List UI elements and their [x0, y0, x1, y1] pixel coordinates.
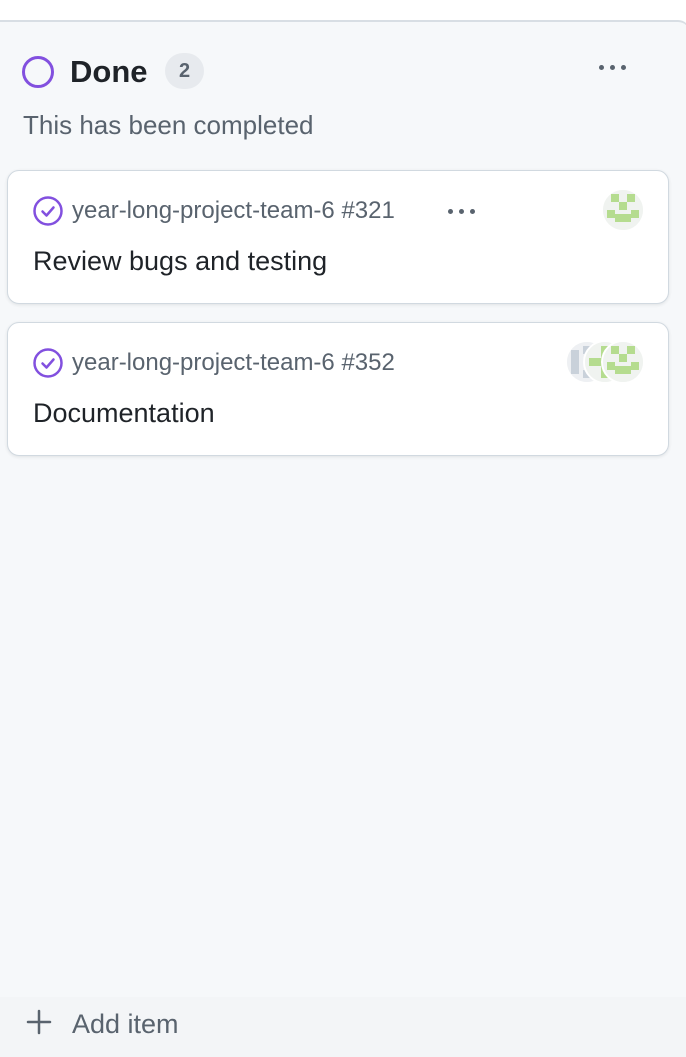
column-menu-button[interactable] — [588, 50, 636, 84]
item-count-badge: 2 — [165, 53, 204, 89]
column-description: This has been completed — [23, 110, 314, 140]
card-title[interactable]: Documentation — [33, 395, 215, 431]
issue-closed-icon — [33, 196, 63, 226]
repo-issue-link[interactable]: year-long-project-team-6 #352 — [72, 347, 395, 379]
board-card[interactable]: year-long-project-team-6 #352 Documentat… — [7, 322, 669, 456]
status-circle-icon — [22, 56, 54, 88]
column-title: Done — [70, 54, 148, 89]
add-item-label: Add item — [72, 1009, 179, 1039]
plus-icon — [26, 1009, 52, 1035]
avatar-icon[interactable] — [601, 340, 645, 384]
card-menu-button[interactable] — [440, 197, 482, 225]
kebab-menu-icon — [447, 208, 453, 214]
board-card[interactable]: year-long-project-team-6 #321 Review bug… — [7, 170, 669, 304]
issue-closed-icon — [33, 348, 63, 378]
board-column-done: Done 2 This has been completed year-long… — [0, 20, 686, 1057]
kebab-menu-icon — [598, 64, 604, 70]
column-header: Done 2 This has been completed — [0, 22, 686, 157]
avatar-icon[interactable] — [601, 188, 645, 232]
card-title[interactable]: Review bugs and testing — [33, 243, 327, 279]
add-item-button[interactable]: Add item — [0, 997, 686, 1057]
repo-issue-link[interactable]: year-long-project-team-6 #321 — [72, 195, 395, 227]
